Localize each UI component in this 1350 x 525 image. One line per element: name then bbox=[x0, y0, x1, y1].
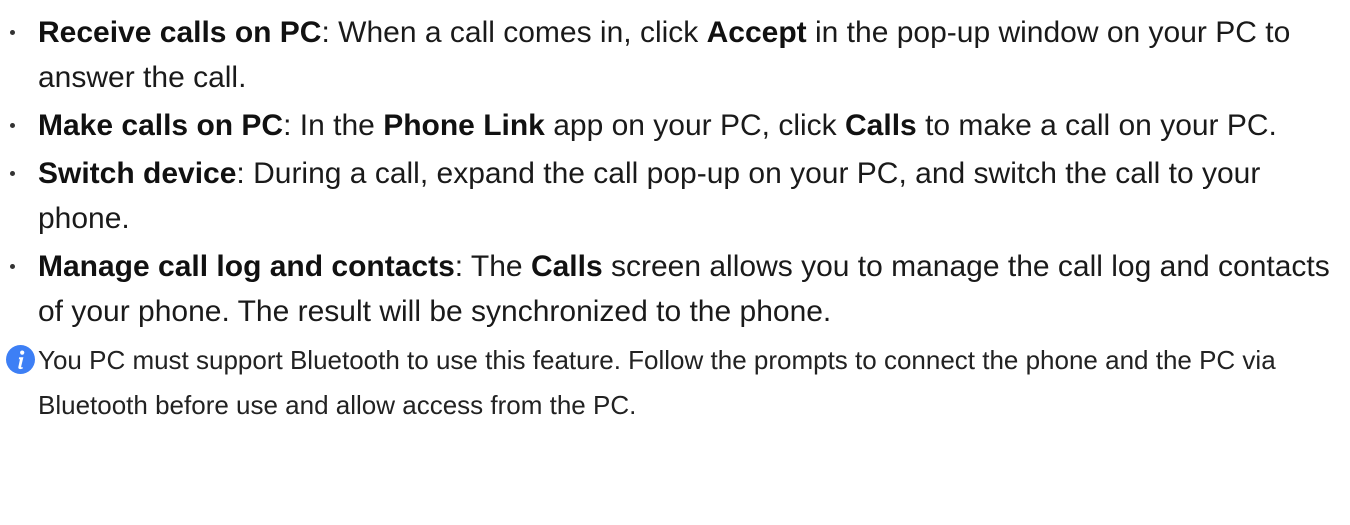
list-item: Manage call log and contacts: The Calls … bbox=[0, 244, 1350, 334]
note-text: You PC must support Bluetooth to use thi… bbox=[38, 345, 1276, 420]
list-item: Make calls on PC: In the Phone Link app … bbox=[0, 103, 1350, 148]
item-text: Manage call log and contacts: The Calls … bbox=[38, 250, 1330, 328]
ui-term: Accept bbox=[706, 16, 807, 49]
item-body: : In the bbox=[283, 109, 384, 142]
bullet-dot-icon bbox=[10, 30, 15, 35]
info-note: You PC must support Bluetooth to use thi… bbox=[0, 338, 1350, 428]
item-body: : When a call comes in, click bbox=[321, 16, 707, 49]
feature-list: Receive calls on PC: When a call comes i… bbox=[0, 10, 1350, 334]
bullet-dot-icon bbox=[10, 123, 15, 128]
ui-term: Calls bbox=[530, 250, 603, 283]
item-body: app on your PC, click bbox=[544, 109, 846, 142]
item-title: Manage call log and contacts bbox=[38, 250, 455, 283]
item-title: Switch device bbox=[38, 157, 237, 190]
item-body: to make a call on your PC. bbox=[916, 109, 1277, 142]
list-item: Switch device: During a call, expand the… bbox=[0, 151, 1350, 241]
bullet-dot-icon bbox=[10, 171, 15, 176]
item-title: Receive calls on PC bbox=[38, 16, 322, 49]
item-body: : The bbox=[454, 250, 531, 283]
ui-term: Calls bbox=[845, 109, 917, 142]
item-text: Make calls on PC: In the Phone Link app … bbox=[38, 109, 1277, 142]
item-text: Receive calls on PC: When a call comes i… bbox=[38, 16, 1290, 94]
info-icon bbox=[6, 345, 35, 374]
ui-term: Phone Link bbox=[383, 109, 545, 142]
bullet-dot-icon bbox=[10, 264, 15, 269]
item-title: Make calls on PC bbox=[38, 109, 284, 142]
item-text: Switch device: During a call, expand the… bbox=[38, 157, 1260, 235]
list-item: Receive calls on PC: When a call comes i… bbox=[0, 10, 1350, 100]
document: Receive calls on PC: When a call comes i… bbox=[0, 10, 1350, 525]
